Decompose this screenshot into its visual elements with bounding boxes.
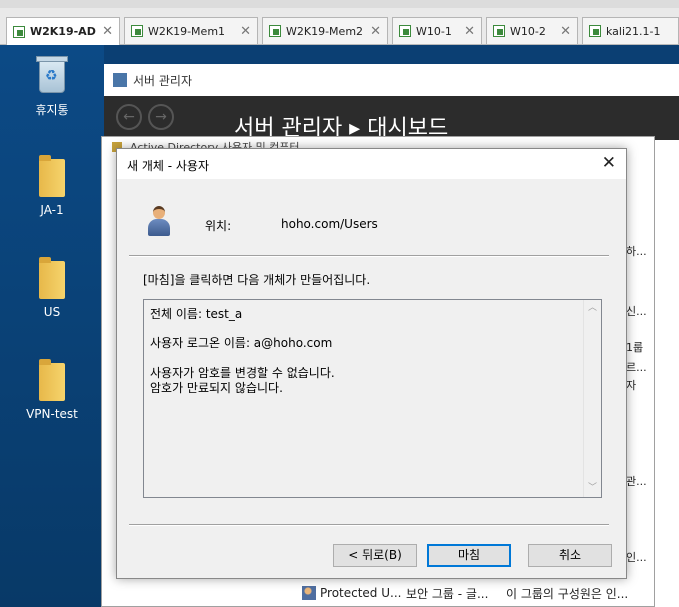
list-fragment: 1룹 <box>626 341 644 354</box>
vm-tab-kali[interactable]: kali21.1-1 <box>582 17 679 44</box>
list-fragment: 르... <box>626 361 647 374</box>
list-fragment: 신... <box>626 305 647 318</box>
folder-icon <box>39 359 65 401</box>
vm-icon <box>589 25 601 37</box>
vm-icon <box>493 25 505 37</box>
cancel-button[interactable]: 취소 <box>528 544 612 567</box>
row-description: 이 그룹의 구성원은 인... <box>506 586 629 601</box>
divider <box>129 524 609 526</box>
desktop-icon-vpn-test[interactable]: VPN-test <box>0 359 104 421</box>
location-value: hoho.com/Users <box>281 217 378 231</box>
vm-tab-w2k19-ad[interactable]: W2K19-AD ✕ <box>6 17 120 45</box>
recycle-bin-icon: ♻ <box>35 55 69 95</box>
desktop-icon-label: US <box>43 305 61 319</box>
vm-tab-w10-1[interactable]: W10-1 ✕ <box>392 17 482 44</box>
desktop-icon-label: JA-1 <box>40 203 64 217</box>
vm-tab-w10-2[interactable]: W10-2 ✕ <box>486 17 578 44</box>
desktop-icon-ja-1[interactable]: JA-1 <box>0 155 104 217</box>
folder-icon <box>39 257 65 299</box>
vm-icon <box>13 25 25 38</box>
back-button[interactable]: < 뒤로(B) <box>333 544 417 567</box>
divider <box>129 255 609 257</box>
close-icon[interactable]: ✕ <box>102 24 113 39</box>
group-icon <box>302 586 316 600</box>
vm-tab-title: W2K19-AD <box>30 25 96 38</box>
vm-tab-title: kali21.1-1 <box>606 24 661 38</box>
vm-icon <box>399 25 411 37</box>
close-icon[interactable]: ✕ <box>240 24 251 39</box>
list-fragment: 하... <box>626 245 647 258</box>
server-manager-icon <box>113 73 127 87</box>
summary-textbox[interactable]: 전체 이름: test_a 사용자 로그온 이름: a@hoho.com 사용자… <box>143 299 602 498</box>
scroll-down-icon[interactable]: ﹀ <box>584 480 601 497</box>
table-row[interactable]: Protected U... 보안 그룹 - 글... 이 그룹의 구성원은 인… <box>302 582 652 604</box>
row-name: Protected U... <box>320 586 402 600</box>
list-fragment: 관... <box>626 475 647 488</box>
server-manager-title: 서버 관리자 <box>133 73 193 88</box>
close-icon[interactable]: ✕ <box>560 24 571 39</box>
location-label: 위치: <box>205 219 232 233</box>
vm-tab-title: W10-1 <box>416 24 452 38</box>
close-icon[interactable]: ✕ <box>602 153 616 173</box>
summary-intro: [마침]을 클릭하면 다음 개체가 만들어집니다. <box>143 273 371 287</box>
vm-tab-strip: W2K19-AD ✕ W2K19-Mem1 ✕ W2K19-Mem2 ✕ W10… <box>0 0 679 45</box>
vertical-scrollbar[interactable]: ︿ ﹀ <box>583 300 601 497</box>
server-manager-header: ← → 서버 관리자 ▸ 대시보드 <box>104 96 679 141</box>
vm-tab-w2k19-mem1[interactable]: W2K19-Mem1 ✕ <box>124 17 258 44</box>
vm-icon <box>131 25 143 37</box>
list-fragment: 자 <box>626 379 637 392</box>
new-user-dialog: 새 개체 - 사용자 ✕ 위치: hoho.com/Users [마침]을 클릭… <box>116 148 627 579</box>
row-type: 보안 그룹 - 글... <box>406 586 489 601</box>
back-arrow-icon[interactable]: ← <box>116 104 142 130</box>
desktop-icon-label: VPN-test <box>26 407 78 421</box>
vm-tab-title: W2K19-Mem1 <box>148 24 226 38</box>
desktop-icon-recycle-bin[interactable]: ♻ 휴지통 <box>0 55 104 118</box>
desktop: ♻ 휴지통 JA-1 US VPN-test <box>0 45 104 607</box>
user-icon <box>147 206 171 238</box>
list-fragment: 인... <box>626 551 647 564</box>
scroll-up-icon[interactable]: ︿ <box>584 300 601 317</box>
summary-line: 사용자 로그온 이름: a@hoho.com <box>150 336 333 350</box>
desktop-icon-label: 휴지통 <box>35 103 69 117</box>
close-icon[interactable]: ✕ <box>464 24 475 39</box>
vm-toolbar-strip <box>0 0 679 8</box>
close-icon[interactable]: ✕ <box>370 24 381 39</box>
desktop-icon-us[interactable]: US <box>0 257 104 319</box>
vm-tab-title: W2K19-Mem2 <box>286 24 364 38</box>
finish-button[interactable]: 마침 <box>427 544 511 567</box>
summary-line: 암호가 만료되지 않습니다. <box>150 381 283 395</box>
folder-icon <box>39 155 65 197</box>
summary-line: 전체 이름: test_a <box>150 307 243 321</box>
vm-tab-title: W10-2 <box>510 24 546 38</box>
dialog-title: 새 개체 - 사용자 <box>127 159 210 173</box>
vm-tab-w2k19-mem2[interactable]: W2K19-Mem2 ✕ <box>262 17 388 44</box>
server-manager-titlebar: 서버 관리자 <box>104 64 679 97</box>
vm-icon <box>269 25 281 37</box>
dialog-titlebar: 새 개체 - 사용자 ✕ <box>117 149 626 179</box>
forward-arrow-icon[interactable]: → <box>148 104 174 130</box>
